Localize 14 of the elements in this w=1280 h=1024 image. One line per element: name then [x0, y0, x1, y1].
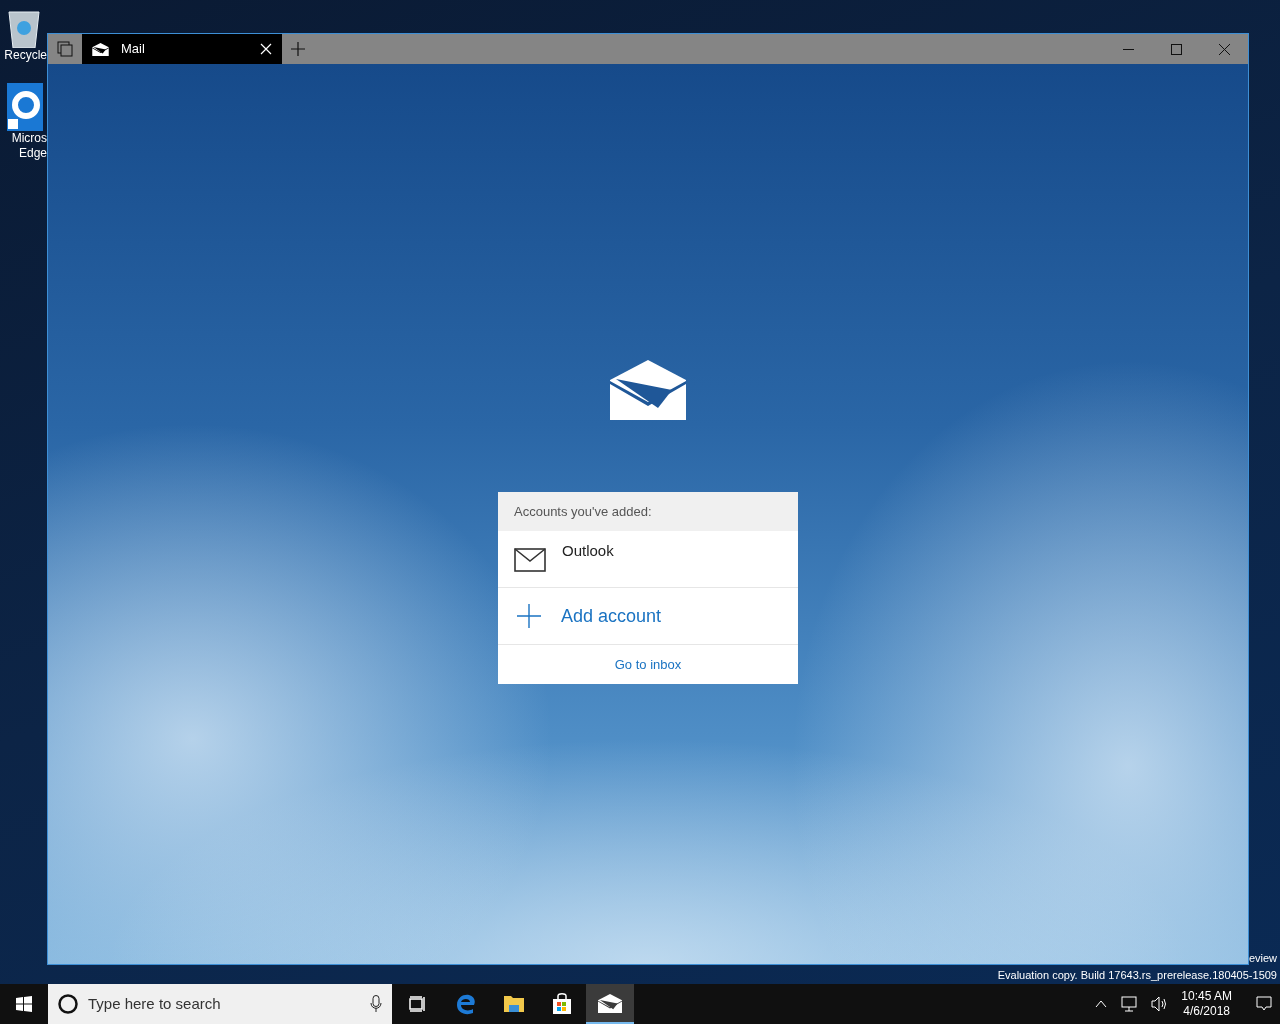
account-item[interactable]: Outlook	[498, 531, 798, 588]
accounts-header: Accounts you've added:	[498, 492, 798, 531]
desktop-icon-label[interactable]: Micros Edge	[11, 131, 47, 161]
clock[interactable]: 10:45 AM 4/6/2018	[1181, 989, 1232, 1019]
desktop-icon-label[interactable]: Recycle	[4, 48, 47, 63]
window-tab[interactable]: Mail	[82, 34, 282, 64]
add-account-button[interactable]: Add account	[498, 588, 798, 645]
search-box[interactable]: Type here to search	[48, 984, 392, 1024]
tab-title: Mail	[121, 40, 146, 59]
build-watermark-text: Evaluation copy. Build 17643.rs_prerelease.180405-1509	[997, 968, 1277, 983]
account-name: Outlook	[562, 541, 614, 561]
build-watermark-text: eview	[1248, 951, 1277, 966]
go-to-inbox-link[interactable]: Go to inbox	[498, 645, 798, 684]
search-field[interactable]: Type here to search	[88, 992, 360, 1016]
